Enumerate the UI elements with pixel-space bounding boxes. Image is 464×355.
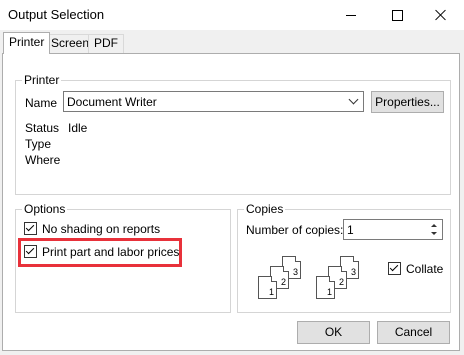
copies-group-label: Copies: [244, 202, 286, 216]
no-shading-checkbox[interactable]: [24, 222, 37, 235]
collate-checkbox[interactable]: [388, 262, 401, 275]
ok-button[interactable]: OK: [297, 321, 370, 344]
printer-group-label: Printer: [22, 73, 62, 87]
collate-label[interactable]: Collate: [406, 262, 443, 276]
maximize-button[interactable]: [374, 0, 420, 30]
maximize-icon: [391, 9, 403, 21]
spin-up-icon[interactable]: [431, 224, 437, 227]
highlight-box: [18, 238, 182, 267]
page-icon: 1: [316, 276, 335, 299]
printer-type-label: Type: [25, 137, 52, 151]
number-of-copies-label: Number of copies:: [246, 223, 344, 237]
printer-status-value: Idle: [68, 121, 88, 135]
number-of-copies-spinner[interactable]: 1: [343, 219, 443, 240]
printer-name-value: Document Writer: [67, 95, 157, 109]
printer-name-dropdown[interactable]: Document Writer: [63, 91, 364, 112]
cancel-button[interactable]: Cancel: [377, 321, 450, 344]
printer-name-label: Name: [25, 96, 58, 110]
number-of-copies-value: 1: [347, 223, 354, 237]
options-group-label: Options: [22, 202, 68, 216]
close-icon: [435, 9, 447, 21]
chevron-down-icon: [348, 94, 359, 105]
minimize-icon: [346, 14, 356, 16]
no-shading-label[interactable]: No shading on reports: [42, 222, 160, 236]
close-button[interactable]: [418, 0, 464, 30]
tab-printer[interactable]: Printer: [3, 32, 51, 54]
printer-status-label: Status: [25, 121, 60, 135]
tab-pdf[interactable]: PDF: [88, 34, 124, 53]
minimize-button[interactable]: [328, 0, 374, 30]
page-icon: 1: [258, 276, 277, 299]
title-bar: Output Selection: [0, 0, 464, 30]
properties-button[interactable]: Properties...: [371, 91, 444, 113]
printer-where-label: Where: [25, 153, 61, 167]
spinner-arrows[interactable]: [427, 220, 442, 239]
spin-down-icon[interactable]: [431, 232, 437, 235]
window-title: Output Selection: [8, 7, 105, 22]
